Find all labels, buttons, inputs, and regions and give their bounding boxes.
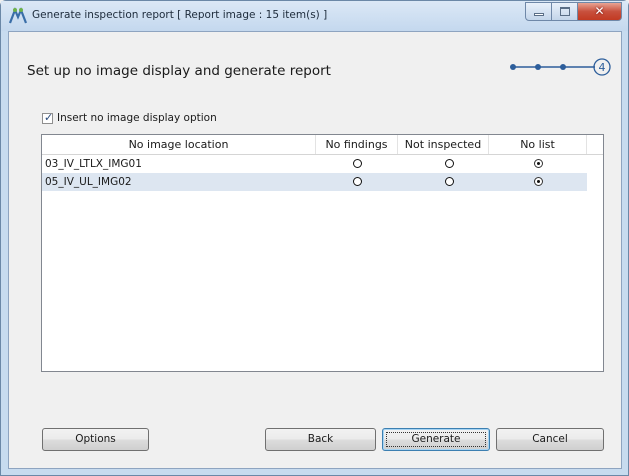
step-dot-1 bbox=[510, 64, 516, 70]
column-header-not-inspected[interactable]: Not inspected bbox=[398, 135, 489, 154]
window-title: Generate inspection report [ Report imag… bbox=[32, 9, 328, 21]
checkmark-icon: ✓ bbox=[44, 110, 54, 124]
insert-option-row[interactable]: ✓ Insert no image display option bbox=[42, 110, 217, 124]
maximize-button[interactable] bbox=[552, 2, 578, 21]
close-button[interactable]: ✕ bbox=[578, 2, 622, 21]
insert-option-label: Insert no image display option bbox=[57, 112, 217, 124]
minimize-button[interactable] bbox=[525, 2, 552, 21]
page-title: Set up no image display and generate rep… bbox=[27, 63, 331, 79]
location-cell: 05_IV_UL_IMG02 bbox=[45, 176, 132, 188]
no-findings-radio[interactable] bbox=[353, 177, 362, 186]
column-header-location[interactable]: No image location bbox=[42, 135, 316, 154]
no-list-radio[interactable] bbox=[534, 159, 543, 168]
table-row[interactable]: 03_IV_LTLX_IMG01 bbox=[42, 155, 587, 173]
generate-button[interactable]: Generate bbox=[382, 428, 490, 451]
grid-header: No image location No findings Not inspec… bbox=[42, 135, 603, 155]
location-cell: 03_IV_LTLX_IMG01 bbox=[45, 158, 142, 170]
caption-buttons: ✕ bbox=[525, 2, 622, 21]
report-window: Generate inspection report [ Report imag… bbox=[0, 0, 629, 476]
maximize-icon bbox=[560, 7, 570, 16]
app-icon bbox=[8, 7, 28, 24]
cancel-button[interactable]: Cancel bbox=[496, 428, 604, 451]
no-findings-radio[interactable] bbox=[353, 159, 362, 168]
insert-option-checkbox[interactable]: ✓ bbox=[42, 110, 54, 124]
step-current-number: 4 bbox=[599, 61, 606, 74]
minimize-icon bbox=[534, 13, 544, 16]
not-inspected-radio[interactable] bbox=[445, 159, 454, 168]
no-list-radio[interactable] bbox=[534, 177, 543, 186]
step-dot-3 bbox=[560, 64, 566, 70]
options-button[interactable]: Options bbox=[42, 428, 149, 451]
not-inspected-radio[interactable] bbox=[445, 177, 454, 186]
focus-ring bbox=[386, 432, 486, 447]
close-icon: ✕ bbox=[594, 4, 605, 18]
table-row[interactable]: 05_IV_UL_IMG02 bbox=[42, 173, 587, 191]
step-dot-2 bbox=[535, 64, 541, 70]
no-image-grid[interactable]: No image location No findings Not inspec… bbox=[41, 134, 604, 372]
column-header-no-findings[interactable]: No findings bbox=[316, 135, 398, 154]
step-indicator: 4 bbox=[510, 58, 611, 76]
column-header-no-list[interactable]: No list bbox=[489, 135, 587, 154]
back-button[interactable]: Back bbox=[265, 428, 376, 451]
title-bar[interactable]: Generate inspection report [ Report imag… bbox=[1, 1, 628, 31]
